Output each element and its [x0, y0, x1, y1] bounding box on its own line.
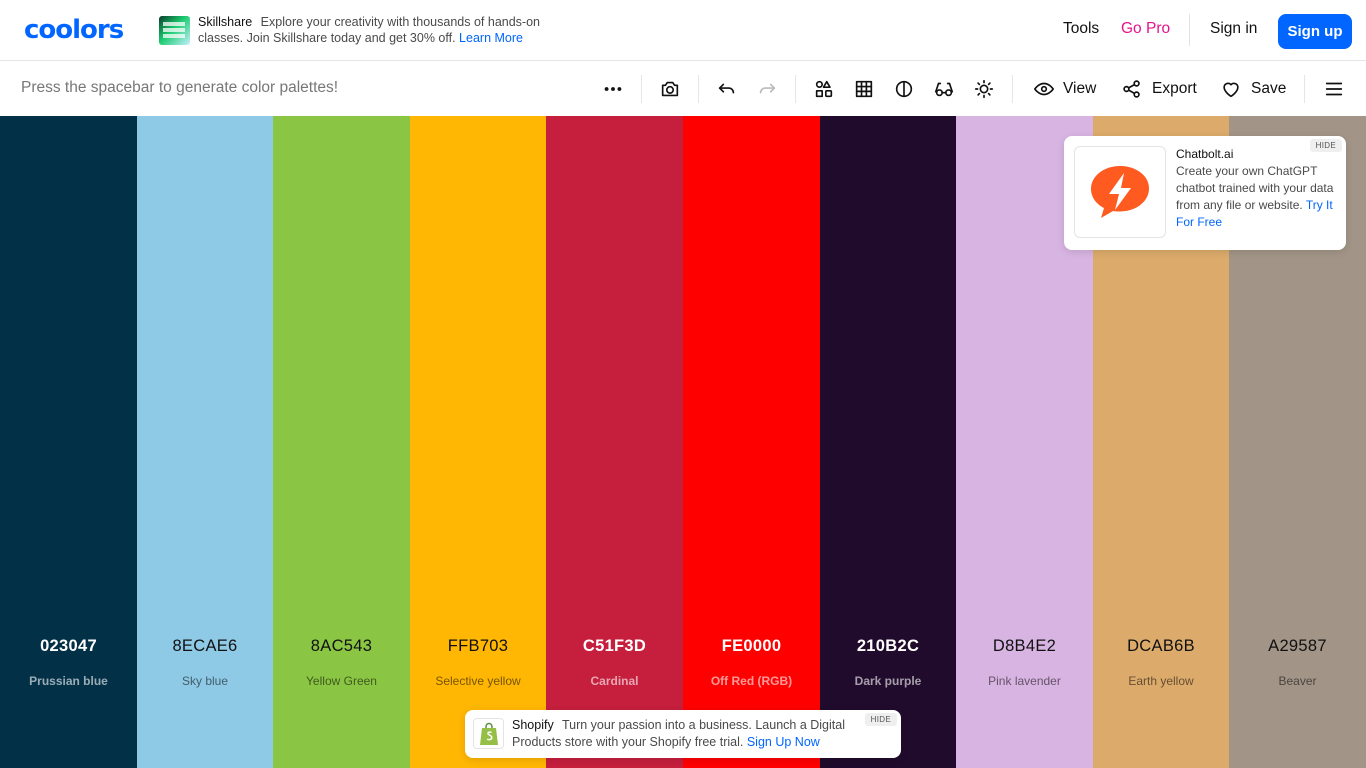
color-swatch[interactable]: 8ECAE6 Sky blue: [137, 116, 273, 768]
chatbolt-ad[interactable]: HIDE Chatbolt.ai Create your own ChatGPT…: [1064, 136, 1346, 250]
swatch-hex-code[interactable]: 8AC543: [273, 637, 410, 656]
save-button[interactable]: Save: [1251, 80, 1286, 98]
toolbar-divider: [1304, 75, 1305, 103]
export-button[interactable]: Export: [1152, 80, 1197, 98]
toolbar-divider: [1012, 75, 1013, 103]
shopify-ad[interactable]: HIDE Shopify Turn your passion into a bu…: [465, 710, 901, 758]
camera-icon[interactable]: [656, 75, 684, 103]
swatch-color-name[interactable]: Pink lavender: [956, 674, 1093, 688]
spacebar-hint: Press the spacebar to generate color pal…: [21, 79, 339, 96]
swatch-hex-code[interactable]: 8ECAE6: [137, 637, 273, 656]
skillshare-ad-text: Skillshare Explore your creativity with …: [198, 14, 568, 46]
swatch-hex-code[interactable]: FE0000: [683, 637, 820, 656]
contrast-icon[interactable]: [890, 75, 918, 103]
chatbolt-ad-text: Chatbolt.ai Create your own ChatGPT chat…: [1176, 146, 1336, 231]
eye-icon[interactable]: [1030, 75, 1058, 103]
swatch-hex-code[interactable]: FFB703: [410, 637, 546, 656]
shopify-ad-text: Shopify Turn your passion into a busines…: [512, 717, 872, 751]
top-navbar: coolors Skillshare Explore your creativi…: [0, 0, 1366, 61]
view-button[interactable]: View: [1063, 80, 1096, 98]
swatch-color-name[interactable]: Earth yellow: [1093, 674, 1229, 688]
go-pro-link[interactable]: Go Pro: [1121, 20, 1170, 38]
color-swatch[interactable]: 023047 Prussian blue: [0, 116, 137, 768]
grid-icon[interactable]: [850, 75, 878, 103]
sign-up-now-link[interactable]: Sign Up Now: [747, 735, 820, 749]
generator-toolbar: Press the spacebar to generate color pal…: [0, 61, 1366, 116]
glasses-icon[interactable]: [930, 75, 958, 103]
more-icon[interactable]: [599, 75, 627, 103]
undo-icon[interactable]: [713, 75, 741, 103]
heart-icon[interactable]: [1217, 75, 1245, 103]
shapes-icon[interactable]: [810, 75, 838, 103]
toolbar-divider: [795, 75, 796, 103]
nav-divider: [1189, 14, 1190, 46]
redo-icon[interactable]: [753, 75, 781, 103]
menu-icon[interactable]: [1320, 75, 1348, 103]
swatch-hex-code[interactable]: DCAB6B: [1093, 637, 1229, 656]
swatch-color-name[interactable]: Off Red (RGB): [683, 674, 820, 688]
sign-up-button[interactable]: Sign up: [1278, 14, 1352, 49]
sign-in-link[interactable]: Sign in: [1210, 20, 1257, 38]
swatch-hex-code[interactable]: 023047: [0, 637, 137, 656]
skillshare-ad-image[interactable]: [159, 16, 190, 45]
skillshare-ad[interactable]: Skillshare Explore your creativity with …: [159, 14, 559, 48]
swatch-hex-code[interactable]: C51F3D: [546, 637, 683, 656]
tools-menu[interactable]: Tools: [1063, 20, 1099, 38]
ad-brand: Skillshare: [198, 15, 253, 29]
color-swatch[interactable]: FFB703 Selective yellow: [410, 116, 546, 768]
color-swatch[interactable]: 210B2C Dark purple: [820, 116, 956, 768]
color-swatch[interactable]: 8AC543 Yellow Green: [273, 116, 410, 768]
swatch-hex-code[interactable]: A29587: [1229, 637, 1366, 656]
shopify-bag-icon: [479, 722, 498, 745]
color-swatch[interactable]: C51F3D Cardinal: [546, 116, 683, 768]
chatbolt-logo[interactable]: [1074, 146, 1166, 238]
swatch-color-name[interactable]: Beaver: [1229, 674, 1366, 688]
swatch-color-name[interactable]: Cardinal: [546, 674, 683, 688]
swatch-color-name[interactable]: Selective yellow: [410, 674, 546, 688]
learn-more-link[interactable]: Learn More: [459, 31, 523, 45]
swatch-hex-code[interactable]: D8B4E2: [956, 637, 1093, 656]
swatch-hex-code[interactable]: 210B2C: [820, 637, 956, 656]
swatch-color-name[interactable]: Yellow Green: [273, 674, 410, 688]
chatbolt-bolt-icon: [1091, 166, 1149, 218]
ad-brand: Chatbolt.ai: [1176, 147, 1234, 161]
color-swatch[interactable]: FE0000 Off Red (RGB): [683, 116, 820, 768]
shopify-logo[interactable]: [473, 718, 504, 749]
swatch-color-name[interactable]: Dark purple: [820, 674, 956, 688]
ad-brand: Shopify: [512, 718, 554, 732]
toolbar-divider: [641, 75, 642, 103]
toolbar-divider: [698, 75, 699, 103]
coolors-logo[interactable]: coolors: [24, 17, 124, 43]
brightness-icon[interactable]: [970, 75, 998, 103]
swatch-color-name[interactable]: Sky blue: [137, 674, 273, 688]
share-icon[interactable]: [1118, 75, 1146, 103]
swatch-color-name[interactable]: Prussian blue: [0, 674, 137, 688]
